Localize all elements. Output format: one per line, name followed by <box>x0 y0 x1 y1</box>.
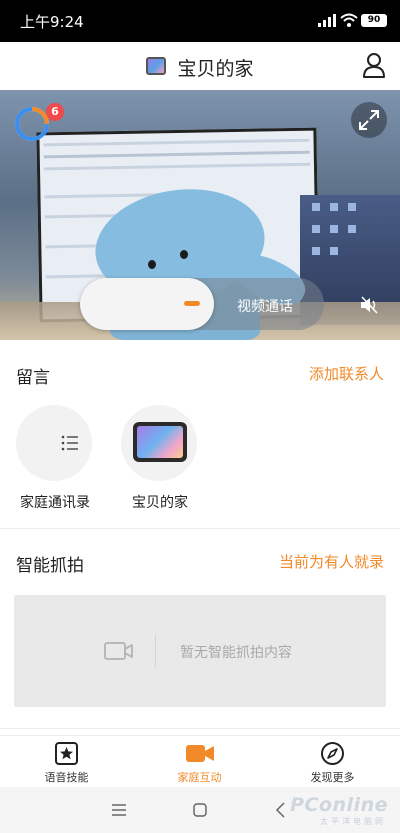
watermark-tagline: 太平洋电脑网 <box>320 817 386 826</box>
video-plush-eye <box>180 250 188 259</box>
smart-capture-section-header: 智能抓拍 当前为有人就录 <box>0 551 400 577</box>
messages-section-header: 留言 添加联系人 <box>0 363 400 389</box>
expand-icon <box>359 110 379 130</box>
bottom-navigation: 语音技能 家庭互动 发现更多 <box>0 735 400 787</box>
status-time: 上午9:24 <box>20 13 84 31</box>
nav-discover-more[interactable]: 发现更多 <box>266 736 399 788</box>
section-divider <box>0 728 400 729</box>
user-icon[interactable] <box>362 52 386 78</box>
nav-family-interaction[interactable]: 家庭互动 <box>133 736 266 788</box>
contact-avatar <box>16 405 92 481</box>
nav-label: 发现更多 <box>310 771 355 784</box>
slider-grip-icon <box>184 301 200 306</box>
tablet-icon <box>146 57 167 75</box>
video-camera-icon <box>186 745 214 762</box>
empty-state-divider <box>155 635 156 667</box>
list-icon <box>61 435 78 451</box>
empty-state-text: 暂无智能抓拍内容 <box>180 645 292 661</box>
video-camera-icon <box>104 642 133 660</box>
progress-ring-icon[interactable] <box>14 106 50 142</box>
video-call-slider-handle[interactable] <box>80 278 214 330</box>
contact-label: 家庭通讯录 <box>20 495 90 511</box>
video-plush-eye <box>148 260 156 269</box>
compass-icon <box>321 742 344 765</box>
contact-avatar <box>121 405 197 481</box>
page-title: 宝贝的家 <box>177 58 254 80</box>
nav-voice-skills[interactable]: 语音技能 <box>0 736 133 788</box>
nav-label: 语音技能 <box>44 771 89 784</box>
star-box-icon <box>55 742 78 765</box>
tablet-icon <box>133 422 187 462</box>
battery-icon: 90 <box>361 14 387 27</box>
expand-button[interactable] <box>351 102 387 138</box>
mute-icon[interactable] <box>359 296 379 314</box>
app-header: 宝贝的家 <box>0 42 400 90</box>
add-contact-link[interactable]: 添加联系人 <box>309 363 384 384</box>
contact-label: 宝贝的家 <box>132 495 188 511</box>
menu-icon[interactable] <box>110 801 128 819</box>
header-title-group: 宝贝的家 <box>0 54 400 81</box>
home-icon[interactable] <box>191 801 209 819</box>
messages-title: 留言 <box>16 368 50 388</box>
video-call-label: 视频通话 <box>237 299 293 315</box>
section-divider <box>0 528 400 529</box>
smart-capture-empty-state: 暂无智能抓拍内容 <box>14 595 386 707</box>
status-bar: 上午9:24 90 <box>0 0 400 42</box>
nav-label: 家庭互动 <box>177 771 222 784</box>
notification-badge: 6 <box>46 103 64 121</box>
capture-mode-link[interactable]: 当前为有人就录 <box>279 551 384 572</box>
watermark-logo: PConline 太平洋电脑网 <box>278 794 390 830</box>
signal-icon <box>318 14 336 27</box>
watermark-brand: PConline <box>290 794 388 816</box>
smart-capture-title: 智能抓拍 <box>16 556 84 576</box>
wifi-icon <box>340 13 358 27</box>
